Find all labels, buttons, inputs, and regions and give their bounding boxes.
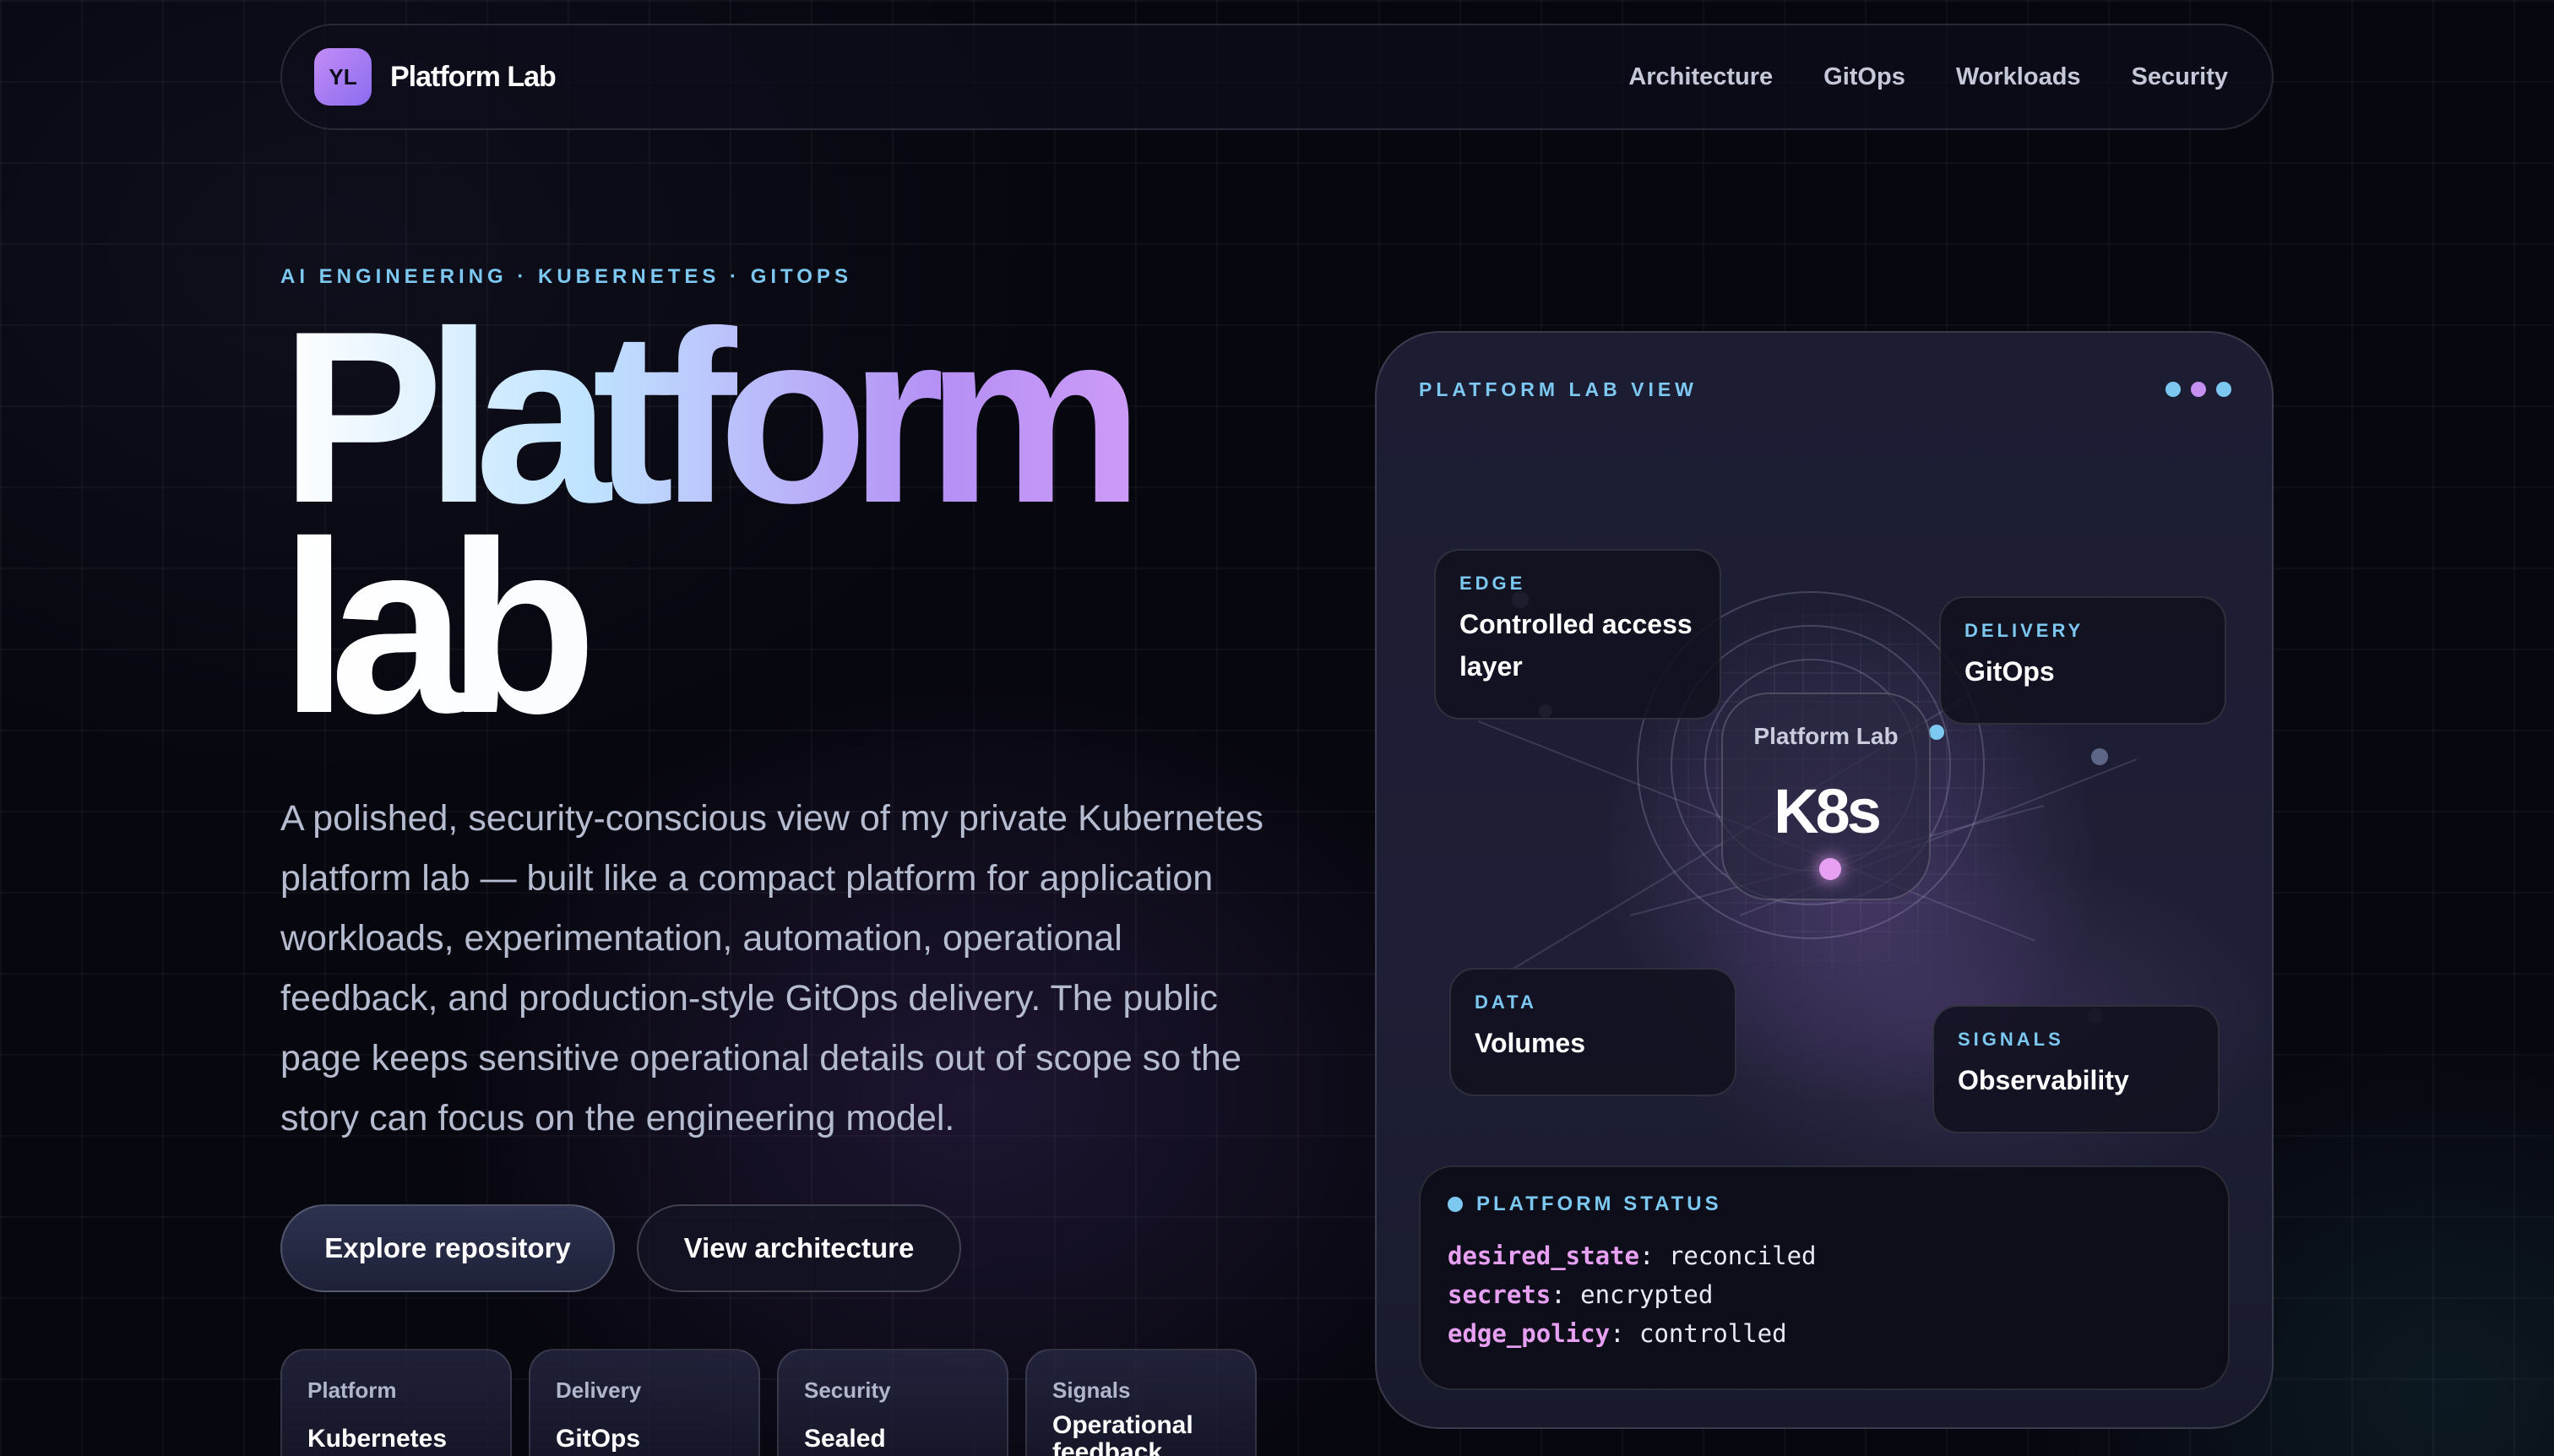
node-eyebrow: EDGE xyxy=(1459,573,1526,594)
hero-description: A polished, security-conscious view of m… xyxy=(280,798,1263,1138)
status-key: secrets xyxy=(1448,1280,1551,1309)
node-dot xyxy=(2091,748,2108,765)
status-value: reconciled xyxy=(1668,1241,1817,1270)
node-title: Volumes xyxy=(1475,1028,1585,1058)
status-line: edge_policy: controlled xyxy=(1448,1319,1787,1348)
status-value: controlled xyxy=(1638,1319,1787,1348)
node-title: Observability xyxy=(1958,1065,2129,1095)
mini-card-label: Delivery xyxy=(556,1377,642,1403)
nav-link-workloads[interactable]: Workloads xyxy=(1956,63,2081,91)
hero-title-line2: lab xyxy=(280,505,1378,750)
mini-card-value: Kubernetes xyxy=(307,1425,448,1453)
node-title: Controlled access layer xyxy=(1459,609,1693,682)
mini-card-delivery: Delivery GitOps xyxy=(529,1349,760,1456)
mini-card-security: Security Sealed secrets xyxy=(777,1349,1008,1456)
view-architecture-button[interactable]: View architecture xyxy=(637,1204,961,1292)
top-navigation: YL Platform Lab Architecture GitOps Work… xyxy=(280,24,2274,130)
node-eyebrow: DATA xyxy=(1475,991,1537,1013)
status-line: secrets: encrypted xyxy=(1448,1280,1714,1309)
mini-card-value: GitOps xyxy=(556,1425,641,1453)
platform-status-card: PLATFORM STATUS desired_state: reconcile… xyxy=(1419,1165,2230,1390)
status-line: desired_state: reconciled xyxy=(1448,1241,1817,1270)
node-eyebrow: DELIVERY xyxy=(1964,620,2084,641)
nav-links: Architecture GitOps Workloads Security xyxy=(1628,63,2228,91)
node-card-edge: EDGE Controlled access layer xyxy=(1434,549,1721,720)
status-key: edge_policy xyxy=(1448,1319,1611,1348)
brand-name: Platform Lab xyxy=(390,60,557,93)
mini-card-value: Sealed secrets xyxy=(804,1425,893,1456)
node-dot xyxy=(1929,725,1944,740)
brand[interactable]: YL Platform Lab xyxy=(314,48,557,106)
status-key: desired_state xyxy=(1448,1241,1639,1270)
nav-link-gitops[interactable]: GitOps xyxy=(1823,63,1905,91)
core-label: Platform Lab xyxy=(1753,723,1899,749)
nav-link-architecture[interactable]: Architecture xyxy=(1628,63,1773,91)
node-card-data: DATA Volumes xyxy=(1449,968,1736,1096)
status-title: PLATFORM STATUS xyxy=(1476,1193,1722,1215)
node-title: GitOps xyxy=(1964,656,2055,687)
platform-lab-panel: PLATFORM LAB VIEW Platform Lab K8s EDGE … xyxy=(1375,331,2274,1429)
logo-badge: YL xyxy=(314,48,372,106)
mini-card-label: Security xyxy=(804,1377,891,1403)
mini-card-label: Platform xyxy=(307,1377,397,1403)
status-header: PLATFORM STATUS xyxy=(1448,1193,2201,1216)
node-card-delivery: DELIVERY GitOps xyxy=(1939,596,2226,725)
node-card-signals: SIGNALS Observability xyxy=(1932,1005,2220,1133)
hero-title: Platform lab xyxy=(280,312,1378,750)
mini-card-platform: Platform Kubernetes xyxy=(280,1349,512,1456)
mini-card-label: Signals xyxy=(1052,1377,1131,1403)
core-pulse-dot xyxy=(1819,858,1841,880)
mini-card-signals: Signals Operational feedback xyxy=(1025,1349,1257,1456)
status-indicator-icon xyxy=(1448,1197,1463,1212)
node-eyebrow: SIGNALS xyxy=(1958,1029,2064,1050)
status-lines: desired_state: reconciled secrets: encry… xyxy=(1448,1236,2201,1353)
mini-card-value: Operational feedback xyxy=(1052,1411,1193,1456)
core-value: K8s xyxy=(1774,776,1882,846)
explore-repository-button[interactable]: Explore repository xyxy=(280,1204,615,1292)
status-value: encrypted xyxy=(1580,1280,1714,1309)
nav-link-security[interactable]: Security xyxy=(2132,63,2228,91)
